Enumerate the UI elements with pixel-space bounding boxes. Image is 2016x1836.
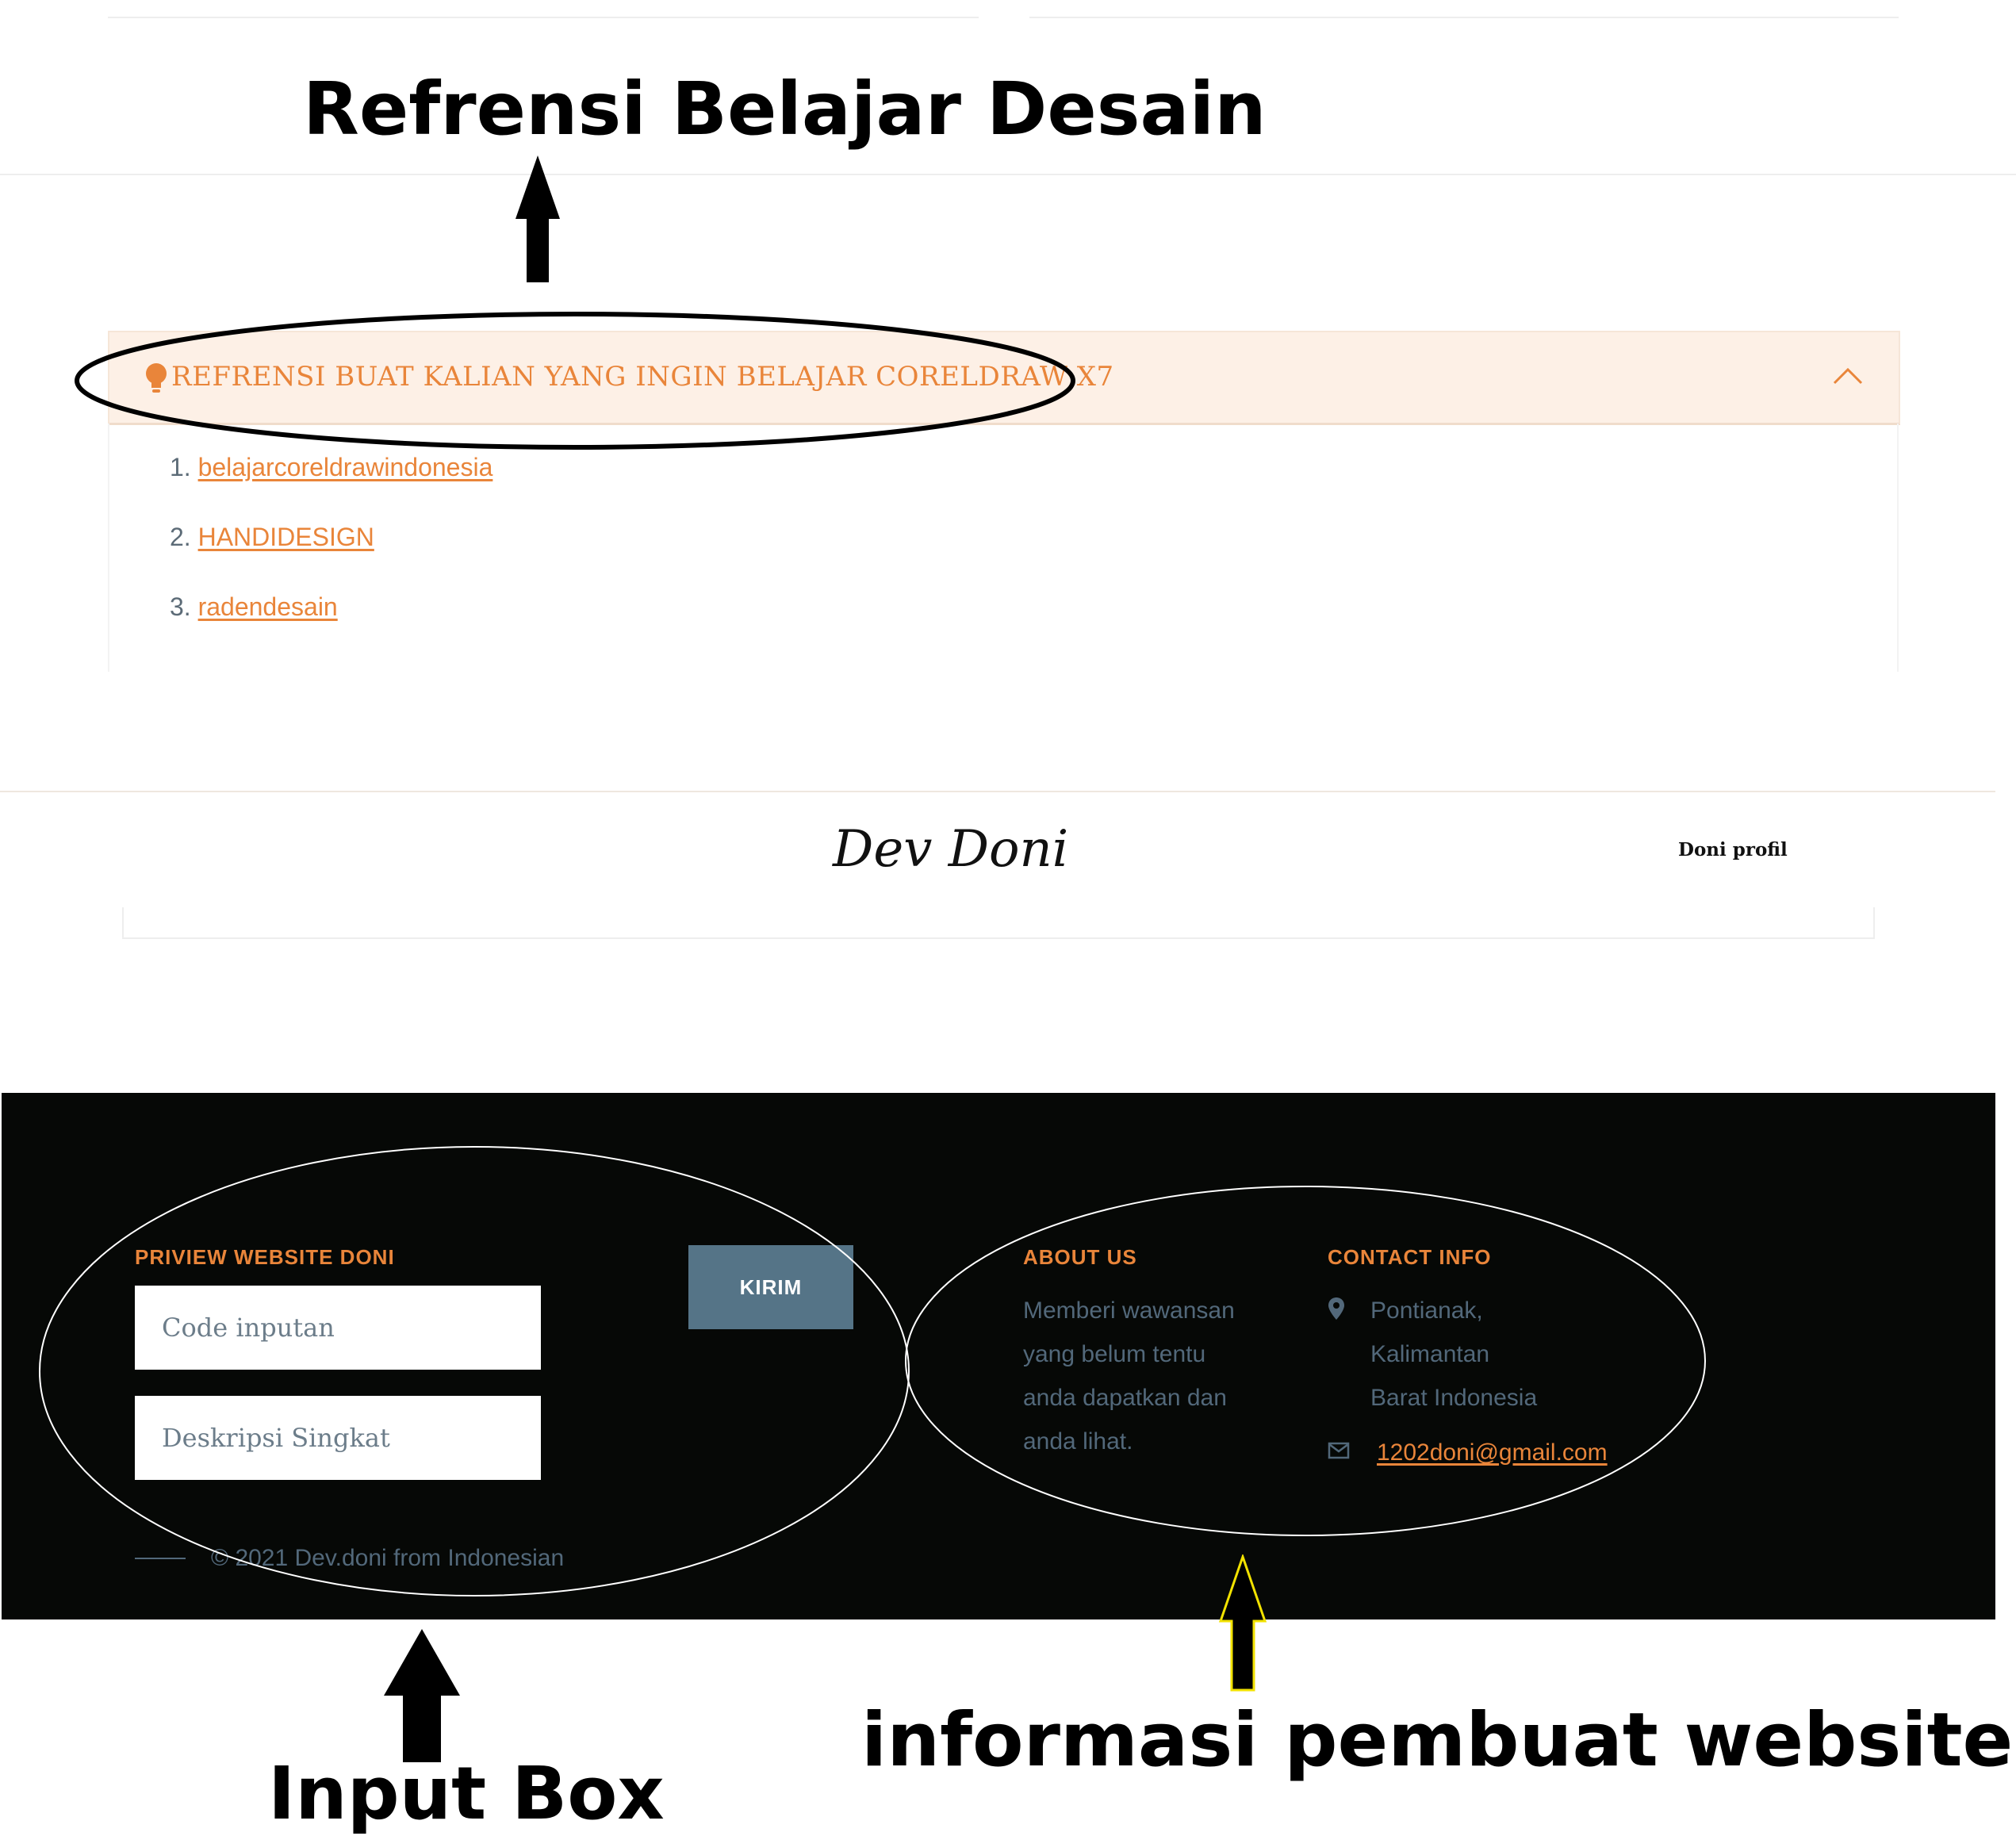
list-number: 1. xyxy=(170,453,191,481)
reference-link-radendesain[interactable]: radendesain xyxy=(198,592,338,621)
annotation-arrow-up-icon xyxy=(515,155,560,282)
accordion-body: 1. belajarcoreldrawindonesia 2. HANDIDES… xyxy=(108,424,1899,672)
list-number: 3. xyxy=(170,592,191,621)
reference-list-item: 2. HANDIDESIGN xyxy=(170,523,374,552)
annotation-oval-info xyxy=(905,1186,1706,1536)
reference-link-handidesign[interactable]: HANDIDESIGN xyxy=(198,523,374,551)
annotation-arrow-up-icon xyxy=(384,1629,460,1762)
top-divider-right xyxy=(1029,17,1899,18)
reference-list-item: 3. radendesain xyxy=(170,592,338,622)
annotation-top-label: Refrensi Belajar Desain xyxy=(303,67,1267,151)
annotation-info-label: informasi pembuat website xyxy=(861,1697,2014,1784)
annotation-oval-input xyxy=(39,1146,910,1596)
header-bottom-border xyxy=(122,907,1875,939)
reference-list-item: 1. belajarcoreldrawindonesia xyxy=(170,453,493,482)
reference-link-belajarcoreldrawindonesia[interactable]: belajarcoreldrawindonesia xyxy=(198,453,493,481)
header-divider xyxy=(0,791,1995,792)
chevron-up-icon[interactable] xyxy=(1832,366,1864,386)
annotation-arrow-up-icon xyxy=(1218,1554,1267,1692)
annotation-oval-accordion xyxy=(75,312,1075,450)
annotation-input-label: Input Box xyxy=(268,1751,665,1836)
top-divider-left xyxy=(108,17,979,18)
list-number: 2. xyxy=(170,523,191,551)
nav-doni-profil[interactable]: Doni profil xyxy=(1678,839,1788,861)
brand-logo[interactable]: Dev Doni xyxy=(833,820,1068,879)
section-divider xyxy=(0,174,2016,175)
